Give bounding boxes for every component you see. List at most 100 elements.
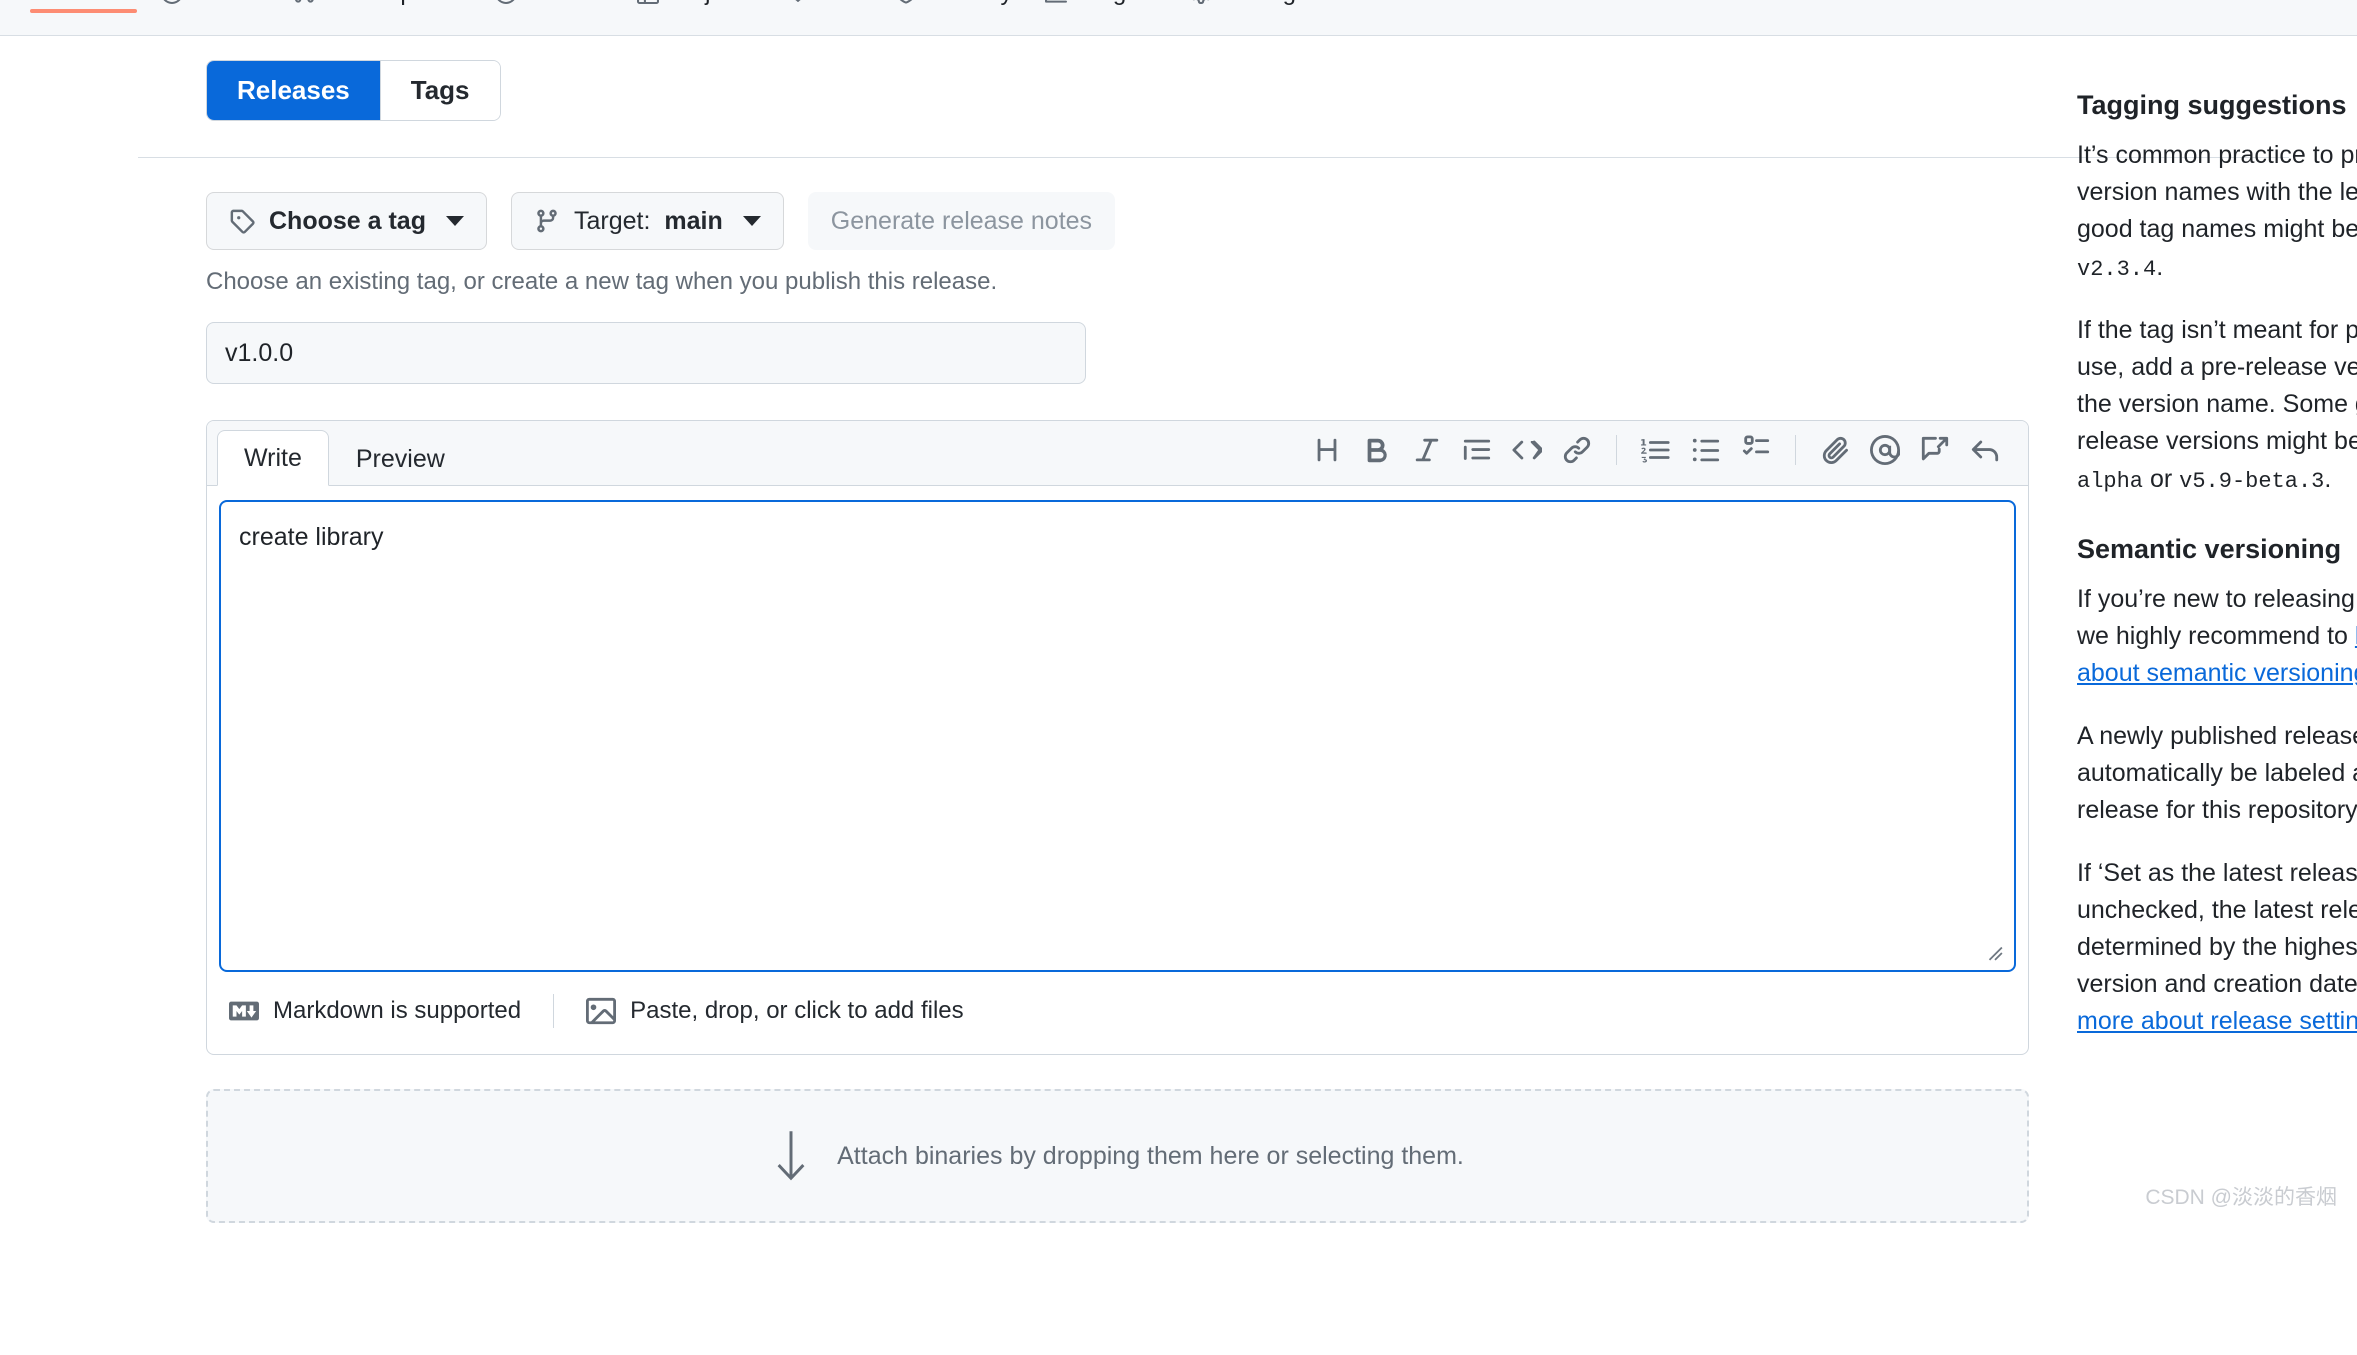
nav-item-pull-requests[interactable]: Pull requests <box>277 0 479 10</box>
markdown-supported-hint[interactable]: Markdown is supported <box>229 996 521 1026</box>
nav-item-insights[interactable]: Insights <box>1029 0 1175 10</box>
nav-item-label: Projects <box>668 0 755 7</box>
choose-tag-label: Choose a tag <box>269 206 426 236</box>
nav-item-label: Insights <box>1076 0 1159 7</box>
editor-header: Write Preview <box>207 421 2028 486</box>
nav-item-settings[interactable]: Settings <box>1174 0 1324 10</box>
book-icon <box>787 0 809 4</box>
nav-item-label: Pull requests <box>324 0 463 7</box>
target-prefix-label: Target: <box>574 206 650 236</box>
target-value-label: main <box>664 206 722 236</box>
generate-release-notes-label: Generate release notes <box>831 206 1092 236</box>
quote-icon[interactable] <box>1452 429 1502 471</box>
tagging-suggestions-heading: Tagging suggestions <box>2077 88 2357 123</box>
tagging-p2-text-b: or <box>2143 465 2179 493</box>
tab-write[interactable]: Write <box>217 430 329 486</box>
nav-item-issues[interactable]: Issues <box>145 0 277 10</box>
releases-tags-toggle: Releases Tags <box>206 60 501 121</box>
nav-item-projects[interactable]: Projects <box>621 0 771 10</box>
releases-tab[interactable]: Releases <box>207 61 380 120</box>
release-settings-paragraph: If ‘Set as the latest release’ is unchec… <box>2077 855 2357 1040</box>
semver-text: If you’re new to releasing software, we … <box>2077 585 2357 650</box>
nav-item-label: Settings <box>1221 0 1308 7</box>
code-icon[interactable] <box>1502 429 1552 471</box>
graph-icon <box>1045 0 1067 4</box>
play-icon <box>495 0 517 4</box>
release-settings-text: If ‘Set as the latest release’ is unchec… <box>2077 859 2357 998</box>
nav-item-label: Wiki <box>818 0 863 7</box>
task-list-icon[interactable] <box>1731 429 1781 471</box>
editor-tabs: Write Preview <box>217 429 472 485</box>
code-icon <box>38 0 60 4</box>
release-title-input[interactable] <box>206 322 1086 384</box>
markdown-toolbar <box>1302 429 2010 485</box>
image-icon <box>586 996 616 1026</box>
tag-helper-text: Choose an existing tag, or create a new … <box>206 268 2029 296</box>
generate-release-notes-button[interactable]: Generate release notes <box>808 192 1115 250</box>
watermark: CSDN @淡淡的香烟 <box>2145 1181 2337 1211</box>
nav-item-label: Code <box>69 0 129 7</box>
markdown-icon <box>229 996 259 1026</box>
ordered-list-icon[interactable] <box>1631 429 1681 471</box>
latest-release-paragraph: A newly published release will automatic… <box>2077 718 2357 829</box>
unordered-list-icon[interactable] <box>1681 429 1731 471</box>
italic-icon[interactable] <box>1402 429 1452 471</box>
markdown-editor: Write Preview <box>206 420 2029 1055</box>
tagging-paragraph-1: It’s common practice to prefix your vers… <box>2077 137 2357 286</box>
nav-item-label: Actions <box>526 0 605 7</box>
section-divider <box>138 157 2289 158</box>
tagging-paragraph-2: If the tag isn’t meant for production us… <box>2077 312 2357 498</box>
chevron-down-icon <box>743 216 761 226</box>
nav-item-label: Security <box>926 0 1013 7</box>
choose-tag-button[interactable]: Choose a tag <box>206 192 487 250</box>
git-branch-icon <box>534 208 560 234</box>
toolbar-separator <box>1616 435 1617 465</box>
main-column: Releases Tags Choose a tag Target: <box>206 60 2029 1223</box>
tagging-p1-code-2: v2.3.4 <box>2077 257 2156 282</box>
git-pull-request-icon <box>293 0 315 4</box>
tagging-p2-text-a: If the tag isn’t meant for production us… <box>2077 316 2357 455</box>
nav-item-security[interactable]: Security <box>879 0 1029 10</box>
attach-binaries-dropzone[interactable]: Attach binaries by dropping them here or… <box>206 1089 2029 1223</box>
saved-reply-icon[interactable] <box>1910 429 1960 471</box>
link-icon[interactable] <box>1552 429 1602 471</box>
tagging-p1-text-c: . <box>2156 253 2163 281</box>
tagging-p2-text-c: . <box>2324 465 2331 493</box>
nav-item-code[interactable]: Code <box>22 0 145 10</box>
down-arrow-icon <box>771 1128 811 1184</box>
attach-files-hint[interactable]: Paste, drop, or click to add files <box>586 996 964 1026</box>
footer-separator <box>553 994 554 1028</box>
editor-body <box>207 486 2028 972</box>
repo-nav: Code Issues Pull requests Actions Projec… <box>0 0 2357 36</box>
semantic-versioning-heading: Semantic versioning <box>2077 532 2357 567</box>
attach-files-label: Paste, drop, or click to add files <box>630 997 964 1025</box>
shield-icon <box>895 0 917 4</box>
attach-binaries-label: Attach binaries by dropping them here or… <box>837 1142 1464 1171</box>
mention-icon[interactable] <box>1860 429 1910 471</box>
tab-preview[interactable]: Preview <box>329 431 472 486</box>
issue-opened-icon <box>161 0 183 4</box>
tag-icon <box>229 208 255 234</box>
tags-tab[interactable]: Tags <box>380 61 500 120</box>
nav-item-label: Issues <box>192 0 261 7</box>
heading-icon[interactable] <box>1302 429 1352 471</box>
attach-file-icon[interactable] <box>1810 429 1860 471</box>
release-form-page: Releases Tags Choose a tag Target: <box>0 36 2357 1223</box>
toolbar-separator <box>1795 435 1796 465</box>
nav-item-actions[interactable]: Actions <box>479 0 621 10</box>
release-toolbar: Choose a tag Target: main Generate relea… <box>206 192 2029 250</box>
target-branch-button[interactable]: Target: main <box>511 192 784 250</box>
tagging-p1-text-a: It’s common practice to prefix your vers… <box>2077 141 2357 243</box>
chevron-down-icon <box>446 216 464 226</box>
tagging-p2-code-2: v5.9-beta.3 <box>2179 469 2324 494</box>
bold-icon[interactable] <box>1352 429 1402 471</box>
nav-item-wiki[interactable]: Wiki <box>771 0 879 10</box>
table-icon <box>637 0 659 4</box>
semver-paragraph: If you’re new to releasing software, we … <box>2077 581 2357 692</box>
markdown-supported-label: Markdown is supported <box>273 997 521 1025</box>
editor-footer: Markdown is supported Paste, drop, or cl… <box>207 972 2028 1054</box>
reference-icon[interactable] <box>1960 429 2010 471</box>
release-description-textarea[interactable] <box>219 500 2016 972</box>
gear-icon <box>1190 0 1212 4</box>
tagging-sidebar: Tagging suggestions It’s common practice… <box>2077 60 2357 1066</box>
